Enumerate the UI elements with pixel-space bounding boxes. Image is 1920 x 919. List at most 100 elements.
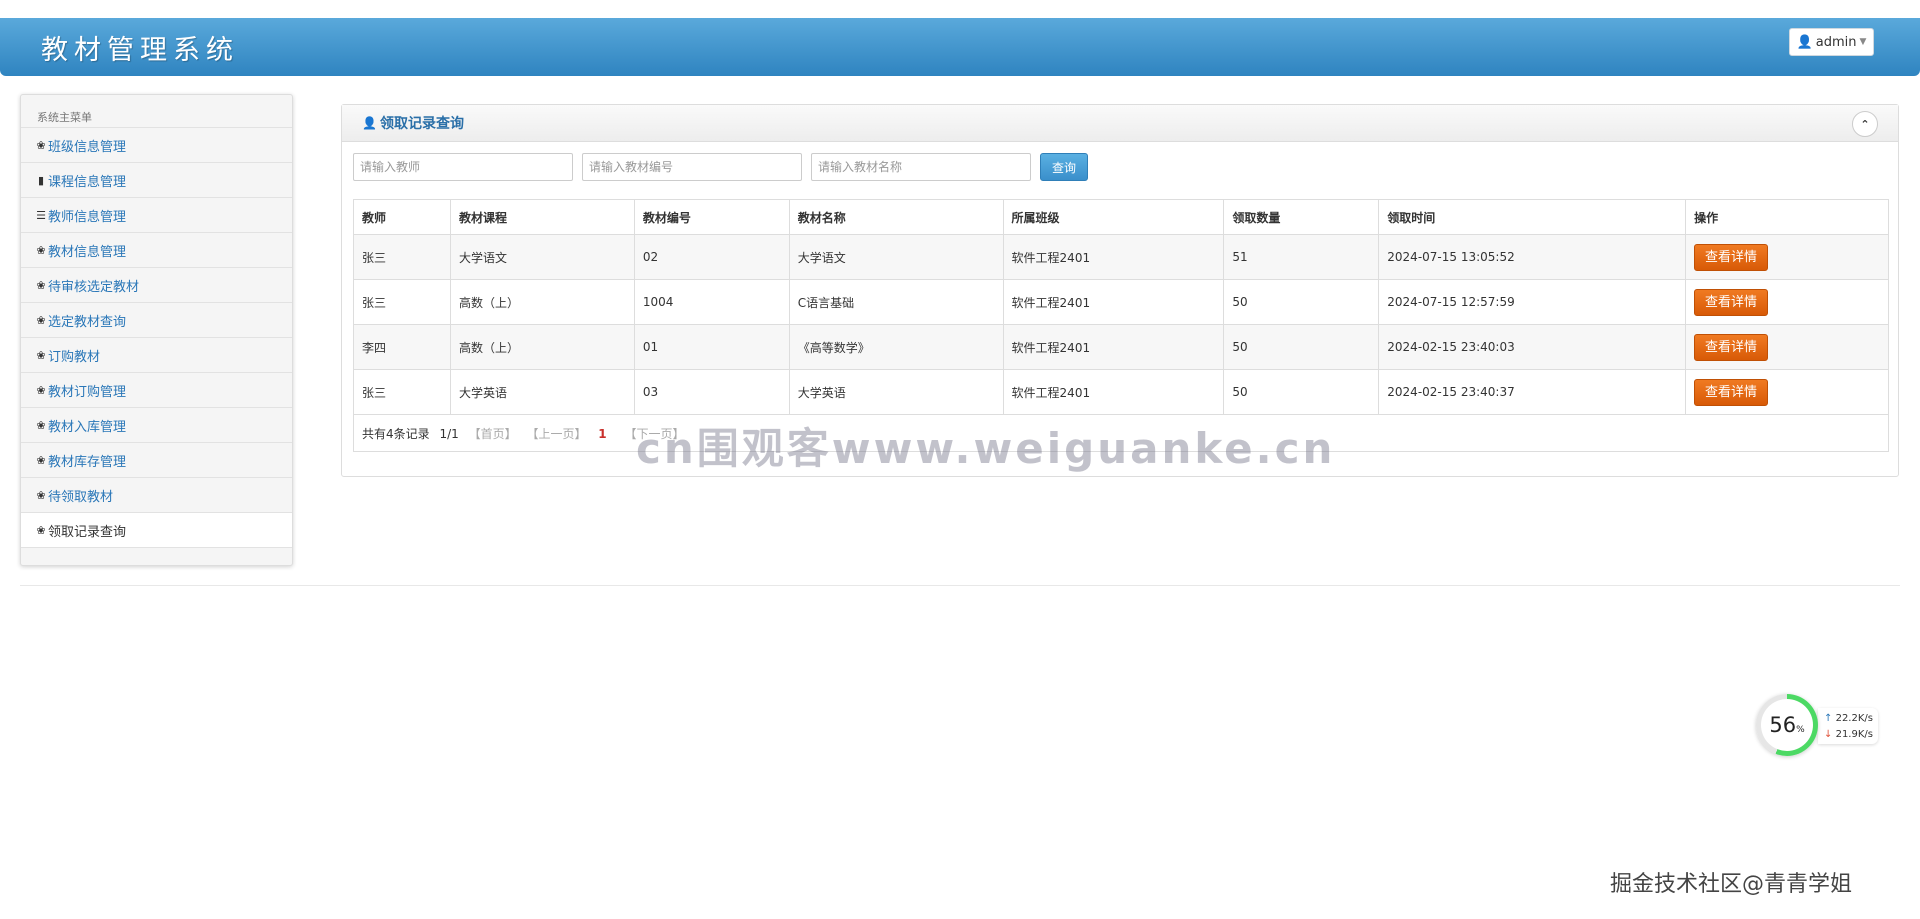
sidebar-item-course-info[interactable]: ▮ 课程信息管理: [21, 163, 292, 198]
column-header: 操作: [1685, 199, 1889, 235]
sidebar-item-pending-review[interactable]: ❀ 待审核选定教材: [21, 268, 292, 303]
sidebar-item-class-info[interactable]: ❀ 班级信息管理: [21, 128, 292, 163]
footer-divider: [20, 585, 1900, 586]
course-cell: 大学语文: [449, 234, 635, 280]
code-cell: 1004: [633, 279, 790, 325]
list-icon: ☰: [36, 208, 46, 222]
action-cell: 查看详情: [1685, 279, 1889, 325]
name-cell: 大学语文: [788, 234, 1004, 280]
teacher-cell: 张三: [353, 234, 451, 280]
page-info: 1/1: [439, 426, 459, 441]
teacher-cell: 张三: [353, 279, 451, 325]
watermark-text: cn围观客www.weiguanke.cn: [636, 424, 1336, 473]
view-detail-button[interactable]: 查看详情: [1694, 333, 1769, 361]
sidebar-item-textbook-info[interactable]: ❀ 教材信息管理: [21, 233, 292, 268]
usage-percent-unit: %: [1796, 725, 1805, 735]
collapse-button[interactable]: ⌃: [1852, 111, 1878, 137]
leaf-icon: ❀: [36, 243, 46, 257]
name-cell: 《高等数学》: [788, 324, 1004, 370]
usage-percent-value: 56: [1769, 713, 1797, 737]
app-title: 教材管理系统: [41, 35, 239, 66]
leaf-icon: ❀: [36, 278, 46, 292]
time-cell: 2024-07-15 12:57:59: [1378, 279, 1687, 325]
class-cell: 软件工程2401: [1002, 369, 1225, 415]
footer-watermark: 掘金技术社区@青青学姐: [1610, 872, 1853, 897]
qty-cell: 50: [1223, 279, 1380, 325]
qty-cell: 50: [1223, 324, 1380, 370]
network-monitor-widget[interactable]: ↑ 22.2K/s ↓ 21.9K/s 56%: [1756, 694, 1878, 758]
qty-cell: 50: [1223, 369, 1380, 415]
view-detail-button[interactable]: 查看详情: [1694, 378, 1769, 406]
sidebar-title: 系统主菜单: [21, 95, 292, 128]
view-detail-button[interactable]: 查看详情: [1694, 288, 1769, 316]
usage-ring-center: 56%: [1761, 699, 1813, 751]
sidebar: 系统主菜单 ❀ 班级信息管理 ▮ 课程信息管理 ☰ 教师信息管理 ❀ 教材信息管理 ❀ 待…: [20, 94, 293, 566]
record-count: 共有4条记录: [362, 426, 430, 441]
user-menu-button[interactable]: 👤 admin ▼: [1789, 28, 1874, 56]
sidebar-item-label: 教材订购管理: [48, 384, 127, 400]
name-cell: C语言基础: [788, 279, 1004, 325]
name-cell: 大学英语: [788, 369, 1004, 415]
sidebar-item-collect-records[interactable]: ❀ 领取记录查询: [21, 513, 292, 548]
prev-page-link[interactable]: 【上一页】: [526, 427, 586, 441]
action-cell: 查看详情: [1685, 234, 1889, 280]
column-header: 所属班级: [1002, 199, 1225, 235]
current-page: 1: [598, 426, 607, 441]
table-row: 张三 高数（上） 1004 C语言基础 软件工程2401 50 2024-07-…: [353, 279, 1889, 325]
sidebar-item-order-textbook[interactable]: ❀ 订购教材: [21, 338, 292, 373]
qty-cell: 51: [1223, 234, 1380, 280]
teacher-cell: 张三: [353, 369, 451, 415]
course-cell: 高数（上）: [449, 279, 635, 325]
sidebar-item-label: 待领取教材: [48, 489, 114, 505]
upload-speed: 22.2K/s: [1835, 713, 1873, 724]
class-cell: 软件工程2401: [1002, 324, 1225, 370]
code-cell: 02: [633, 234, 790, 280]
column-header: 教材名称: [788, 199, 1004, 235]
user-icon: 👤: [1796, 34, 1813, 50]
sidebar-item-pending-collect[interactable]: ❀ 待领取教材: [21, 478, 292, 513]
sidebar-item-order-manage[interactable]: ❀ 教材订购管理: [21, 373, 292, 408]
sidebar-item-label: 订购教材: [48, 349, 101, 365]
query-button[interactable]: 查询: [1040, 153, 1088, 181]
user-label: admin: [1815, 34, 1857, 50]
sidebar-item-label: 教材入库管理: [48, 419, 127, 435]
table-row: 张三 大学语文 02 大学语文 软件工程2401 51 2024-07-15 1…: [353, 234, 1889, 280]
course-cell: 大学英语: [449, 369, 635, 415]
leaf-icon: ❀: [36, 138, 46, 152]
sidebar-item-teacher-info[interactable]: ☰ 教师信息管理: [21, 198, 292, 233]
leaf-icon: ❀: [36, 523, 46, 537]
column-header: 教师: [353, 199, 451, 235]
class-cell: 软件工程2401: [1002, 279, 1225, 325]
arrow-up-icon: ↑: [1824, 713, 1833, 724]
time-cell: 2024-02-15 23:40:37: [1378, 369, 1687, 415]
name-search-input[interactable]: [811, 153, 1031, 181]
sidebar-item-label: 待审核选定教材: [48, 279, 140, 295]
sidebar-item-stock-in[interactable]: ❀ 教材入库管理: [21, 408, 292, 443]
leaf-icon: ❀: [36, 488, 46, 502]
sidebar-item-selected-query[interactable]: ❀ 选定教材查询: [21, 303, 292, 338]
view-detail-button[interactable]: 查看详情: [1694, 243, 1769, 271]
column-header: 教材课程: [449, 199, 635, 235]
table-row: 张三 大学英语 03 大学英语 软件工程2401 50 2024-02-15 2…: [353, 369, 1889, 415]
arrow-down-icon: ↓: [1824, 729, 1833, 740]
sidebar-item-label: 教师信息管理: [48, 209, 127, 225]
action-cell: 查看详情: [1685, 369, 1889, 415]
first-page-link[interactable]: 【首页】: [469, 427, 517, 441]
sidebar-item-inventory[interactable]: ❀ 教材库存管理: [21, 443, 292, 478]
sidebar-item-label: 班级信息管理: [48, 139, 127, 155]
bookmark-icon: ▮: [37, 173, 45, 187]
panel-title: 领取记录查询: [379, 116, 464, 132]
code-cell: 01: [633, 324, 790, 370]
action-cell: 查看详情: [1685, 324, 1889, 370]
leaf-icon: ❀: [36, 383, 46, 397]
sidebar-item-label: 教材库存管理: [48, 454, 127, 470]
code-cell: 03: [633, 369, 790, 415]
teacher-search-input[interactable]: [353, 153, 573, 181]
caret-down-icon: ▼: [1859, 37, 1867, 47]
code-search-input[interactable]: [582, 153, 802, 181]
speed-readout: ↑ 22.2K/s ↓ 21.9K/s: [1818, 708, 1878, 744]
panel-header: 👤 领取记录查询 ⌃: [342, 105, 1898, 142]
sidebar-item-label: 课程信息管理: [48, 174, 127, 190]
leaf-icon: ❀: [36, 313, 46, 327]
leaf-icon: ❀: [36, 453, 46, 467]
